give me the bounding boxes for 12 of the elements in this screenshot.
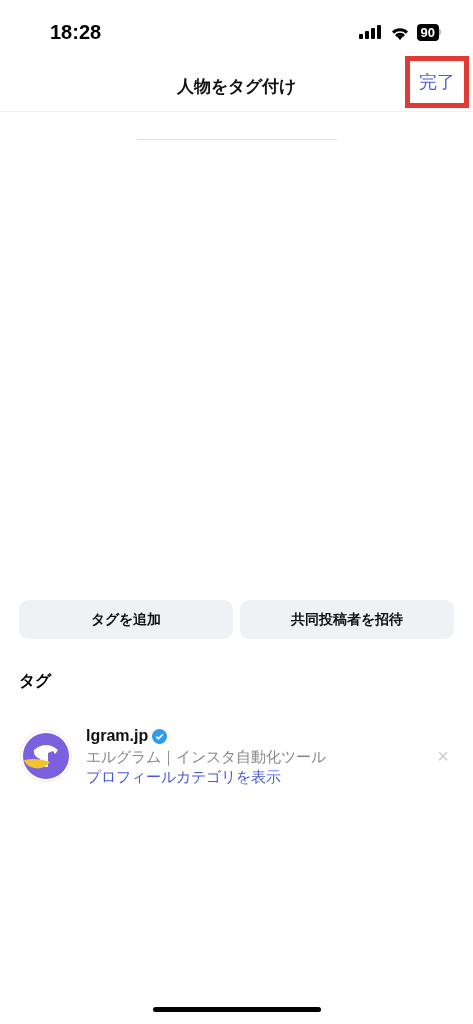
action-button[interactable]: タグを追加 bbox=[19, 600, 233, 639]
done-button[interactable]: 完了 bbox=[405, 56, 469, 108]
full-name: エルグラム｜インスタ自動化ツール bbox=[86, 747, 327, 767]
status-time: 18:28 bbox=[50, 20, 102, 45]
action-button[interactable]: 共同投稿者を招待 bbox=[240, 600, 454, 639]
battery-level: 90 bbox=[416, 23, 439, 41]
page-title: 人物をタグ付け bbox=[177, 75, 296, 98]
signal-icon bbox=[358, 25, 383, 39]
section-title: タグ bbox=[19, 672, 51, 689]
username: lgram.jp bbox=[86, 726, 149, 746]
category-link[interactable]: プロフィールカテゴリを表示 bbox=[86, 767, 420, 787]
logo-icon bbox=[20, 730, 72, 782]
